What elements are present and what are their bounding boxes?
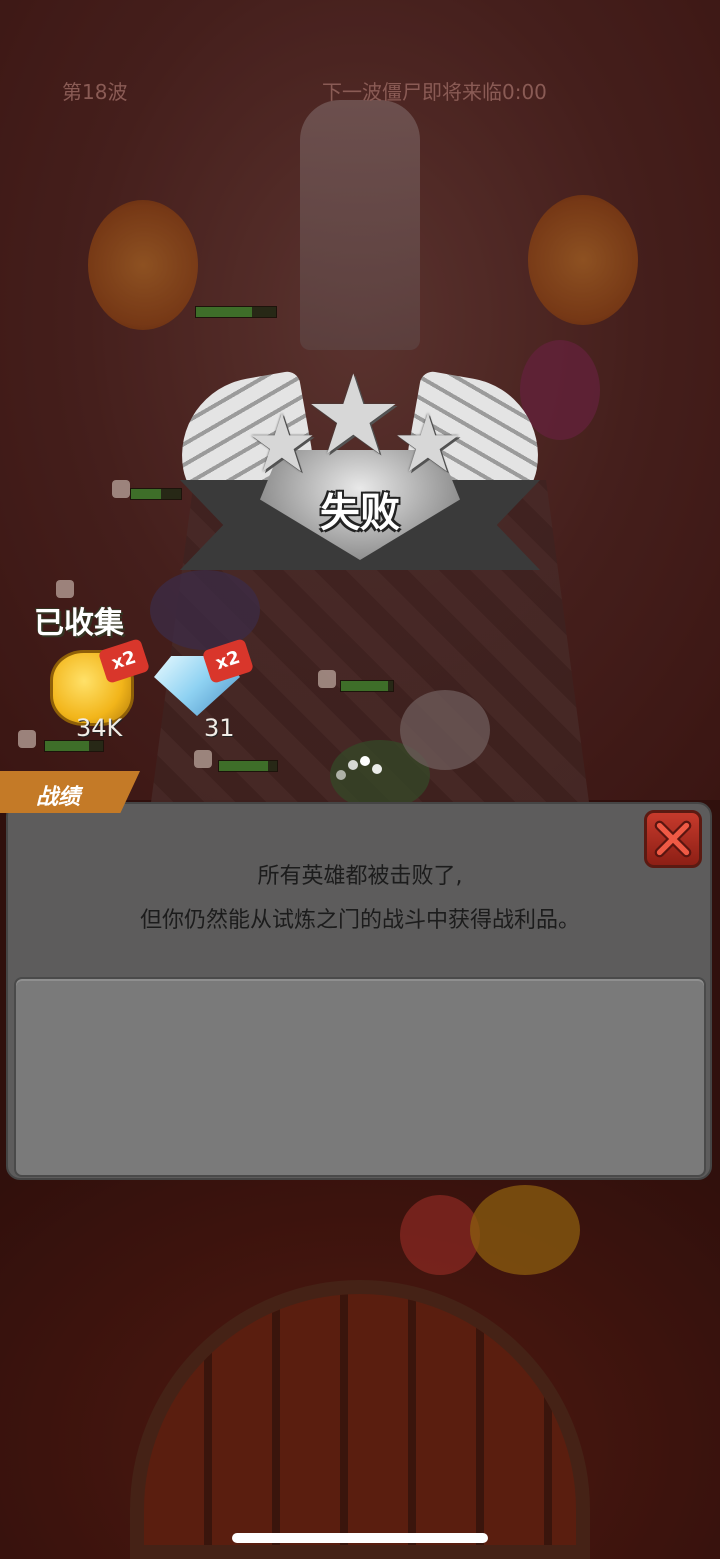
- result-title: 失败: [320, 490, 400, 536]
- next-wave-timer: 下一波僵尸即将来临0:00: [322, 80, 547, 104]
- defeat-message-line2: 但你仍然能从试炼之门的战斗中获得战利品。: [139, 908, 580, 933]
- wave-counter: 第18波: [62, 80, 128, 104]
- defeat-emblem: ★ ★ ★ 失败: [160, 360, 560, 580]
- tab-battle-record: 战绩: [36, 785, 81, 810]
- close-icon: [654, 820, 692, 858]
- star-icon: ★: [392, 397, 464, 490]
- home-indicator[interactable]: [232, 1533, 488, 1543]
- loading-spinner-icon: [336, 752, 384, 782]
- loot-list-area: [14, 977, 706, 1177]
- gold-count: 34K: [76, 714, 123, 742]
- diamond-count: 31: [204, 714, 235, 742]
- collected-label: 已收集: [34, 606, 124, 641]
- star-icon: ★: [304, 351, 403, 479]
- defeat-message-line1: 所有英雄都被击败了,: [257, 864, 463, 889]
- close-button[interactable]: [644, 810, 702, 868]
